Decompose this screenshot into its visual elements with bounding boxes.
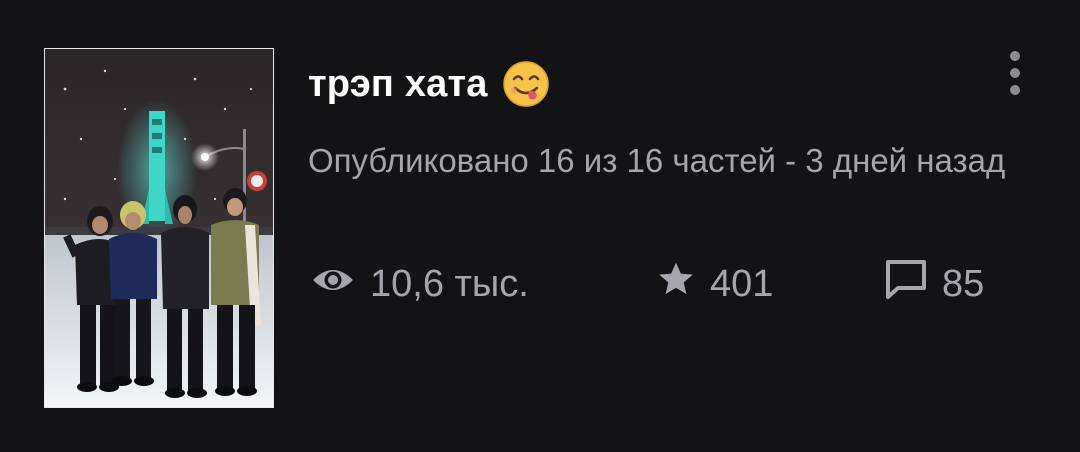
votes-count: 401	[710, 262, 774, 305]
comments-count: 85	[942, 262, 985, 305]
cover-illustration	[45, 49, 273, 407]
more-options-button[interactable]	[998, 46, 1032, 100]
story-title-row[interactable]: трэп хата	[308, 56, 550, 112]
yum-face-emoji-icon	[502, 60, 550, 108]
story-cover-image[interactable]	[44, 48, 274, 408]
votes-stat: 401	[656, 256, 773, 312]
views-stat: 10,6 тыс.	[310, 256, 529, 312]
comment-bubble-icon	[884, 258, 928, 310]
story-title[interactable]: трэп хата	[308, 63, 488, 106]
more-vertical-icon-dot	[1010, 85, 1020, 95]
views-count: 10,6 тыс.	[370, 262, 529, 305]
story-stats: 10,6 тыс. 401 85	[310, 256, 1030, 312]
more-vertical-icon-dot	[1010, 68, 1020, 78]
eye-icon	[310, 263, 356, 306]
star-icon	[656, 259, 696, 309]
story-publish-status: Опубликовано 16 из 16 частей - 3 дней на…	[308, 142, 1006, 179]
comments-stat: 85	[884, 256, 984, 312]
story-card[interactable]: трэп хата Опубликовано 16 из 16 частей -…	[0, 0, 1080, 452]
more-vertical-icon	[1010, 51, 1020, 61]
